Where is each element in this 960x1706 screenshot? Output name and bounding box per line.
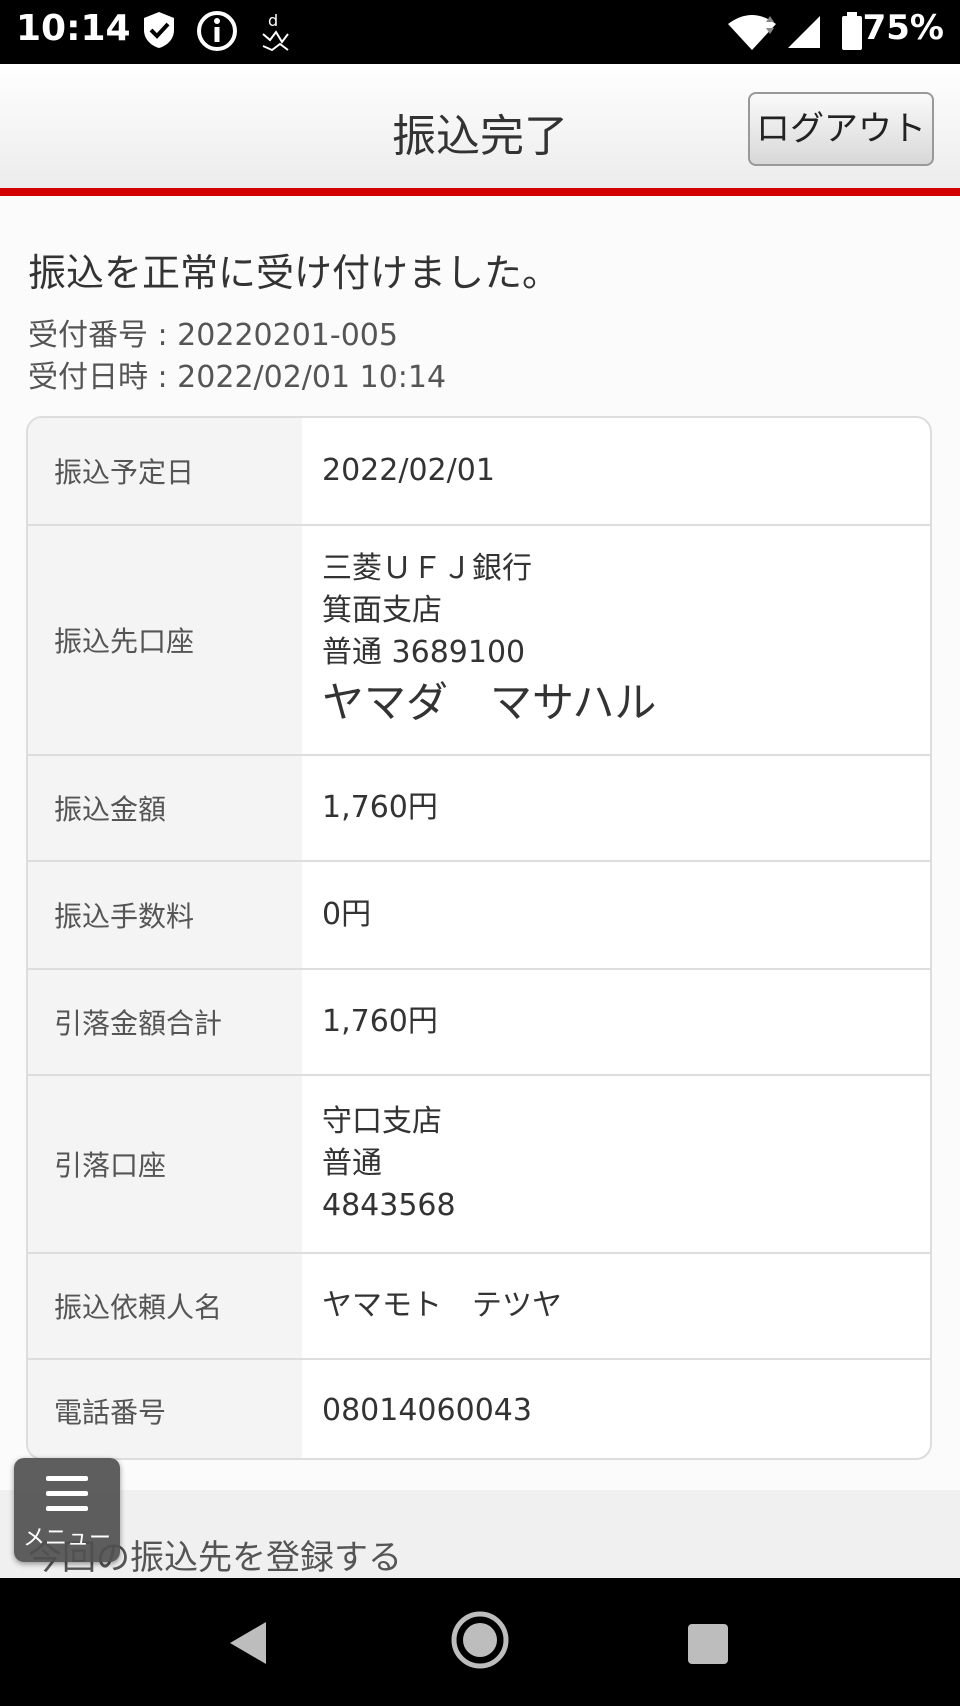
transfer-amount: 1,760円: [322, 790, 438, 825]
receipt-datetime: 受付日時 : 2022/02/01 10:14: [28, 360, 447, 395]
table-row: 電話番号 08014060043: [28, 1360, 930, 1458]
debit-branch: 守口支店: [322, 1104, 442, 1139]
info-icon: [196, 10, 238, 56]
debit-account-number: 4843568: [322, 1188, 456, 1223]
row-value: 1,760円: [322, 756, 924, 860]
phone-number: 08014060043: [322, 1393, 532, 1428]
row-value: 2022/02/01: [322, 418, 924, 524]
status-time: 10:14: [16, 8, 131, 49]
requester-name: ヤマモト テツヤ: [322, 1288, 562, 1323]
transfer-details-table: 振込予定日 2022/02/01 振込先口座 三菱ＵＦＪ銀行 箕面支店 普通 3…: [26, 416, 932, 1460]
row-label: 引落口座: [28, 1076, 302, 1252]
row-value: 08014060043: [322, 1360, 924, 1458]
table-row: 振込先口座 三菱ＵＦＪ銀行 箕面支店 普通 3689100 ヤマダ マサハル: [28, 526, 930, 756]
menu-label: メニュー: [22, 1526, 111, 1551]
row-label: 引落金額合計: [28, 970, 302, 1074]
page-header: 振込完了 ログアウト: [0, 64, 960, 188]
table-row: 振込金額 1,760円: [28, 756, 930, 862]
bank-name: 三菱ＵＦＪ銀行: [322, 551, 532, 586]
battery-percent: 75%: [862, 8, 944, 48]
d-health-icon: d: [260, 11, 290, 58]
row-value: ヤマモト テツヤ: [322, 1254, 924, 1358]
total-debit: 1,760円: [322, 1004, 438, 1039]
debit-account-type: 普通: [322, 1146, 382, 1181]
row-label: 振込予定日: [28, 418, 302, 524]
row-value: 0円: [322, 862, 924, 968]
recipient-name: ヤマダ マサハル: [322, 678, 657, 727]
home-icon[interactable]: [450, 1610, 510, 1674]
row-label: 振込依頼人名: [28, 1254, 302, 1358]
success-message: 振込を正常に受け付けました。: [28, 251, 561, 295]
hamburger-icon: [46, 1476, 88, 1521]
row-value: 三菱ＵＦＪ銀行 箕面支店 普通 3689100 ヤマダ マサハル: [322, 526, 924, 754]
account-number: 普通 3689100: [322, 635, 526, 670]
receipt-number: 受付番号 : 20220201-005: [28, 318, 398, 353]
recents-icon[interactable]: [688, 1624, 728, 1664]
navigation-bar: [0, 1578, 960, 1706]
back-icon[interactable]: [226, 1620, 270, 1670]
transfer-date: 2022/02/01: [322, 453, 495, 488]
shield-icon: [140, 10, 178, 54]
row-label: 電話番号: [28, 1360, 302, 1458]
signal-icon: [786, 14, 822, 54]
row-label: 振込金額: [28, 756, 302, 860]
row-value: 守口支店 普通 4843568: [322, 1076, 924, 1252]
row-label: 振込先口座: [28, 526, 302, 754]
table-row: 振込手数料 0円: [28, 862, 930, 970]
branch-name: 箕面支店: [322, 593, 442, 628]
table-row: 引落金額合計 1,760円: [28, 970, 930, 1076]
svg-text:d: d: [268, 12, 278, 30]
table-row: 引落口座 守口支店 普通 4843568: [28, 1076, 930, 1254]
row-label: 振込手数料: [28, 862, 302, 968]
wifi-icon: [726, 12, 778, 56]
battery-icon: [840, 12, 864, 56]
menu-button[interactable]: メニュー: [14, 1458, 120, 1562]
status-bar: 10:14 d 75%: [0, 0, 960, 64]
transfer-fee: 0円: [322, 897, 372, 932]
table-row: 振込予定日 2022/02/01: [28, 418, 930, 526]
logout-button[interactable]: ログアウト: [748, 92, 934, 166]
header-divider: [0, 188, 960, 196]
row-value: 1,760円: [322, 970, 924, 1074]
table-row: 振込依頼人名 ヤマモト テツヤ: [28, 1254, 930, 1360]
